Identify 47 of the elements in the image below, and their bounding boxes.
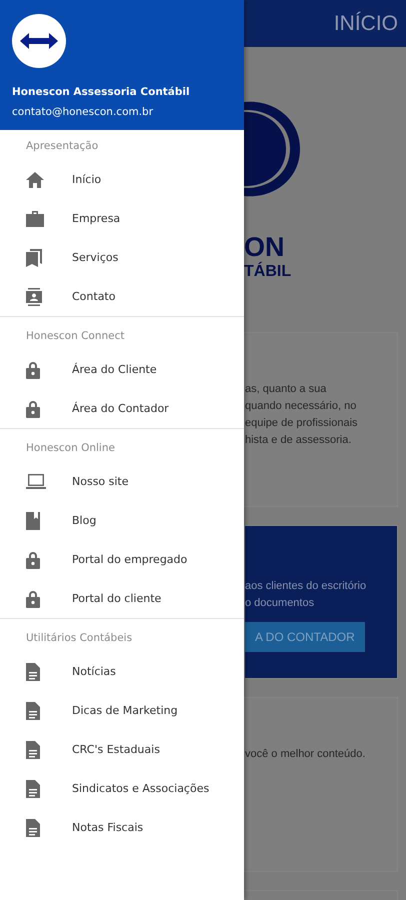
menu-item[interactable]: Sindicatos e Associações [0,769,244,808]
menu-item[interactable]: Portal do empregado [0,540,244,579]
menu-item[interactable]: Nosso site [0,462,244,501]
section-title: Honescon Connect [25,330,126,344]
home-icon [26,172,44,188]
company-email: contato@honescon.com.br [12,106,154,118]
document-icon [26,740,40,758]
menu-item[interactable]: Início [0,160,244,199]
document-icon [26,702,40,720]
section-title: Utilitários Contábeis [25,632,134,646]
menu-item[interactable]: Contato [0,277,244,316]
card-text: as, quanto a sua [245,382,328,397]
book-icon [26,512,40,530]
menu-item[interactable]: Área do Cliente [0,350,244,389]
card-text: equipe de profissionais [245,416,359,431]
menu-item[interactable]: Serviços [0,238,244,277]
menu-item[interactable]: Dicas de Marketing [0,691,244,730]
card-text: aos clientes do escritório [245,579,368,594]
card-text: o documentos [245,596,316,611]
menu-item[interactable]: Notas Fiscais [0,808,244,847]
lock-icon [26,360,40,378]
menu-item[interactable]: CRC's Estaduais [0,730,244,769]
document-icon [26,780,40,798]
logo-text: ON [244,232,284,262]
lock-icon [26,550,40,568]
card-text: você o melhor conteúdo. [245,747,366,762]
section-title: Honescon Online [25,442,116,456]
menu-item[interactable]: Blog [0,501,244,540]
lock-icon [26,400,40,418]
document-icon [26,818,40,836]
logo-subtext: TÁBIL [244,263,292,281]
contact-card-icon [26,288,42,306]
lock-icon [26,590,40,608]
menu-item[interactable]: Portal do cliente [0,579,244,618]
menu-item[interactable]: Notícias [0,652,244,691]
laptop-icon [26,474,46,489]
section-title: Apresentação [25,140,100,154]
menu-item[interactable]: Área do Contador [0,389,244,428]
menu-item[interactable]: Empresa [0,199,244,238]
document-icon [26,662,40,680]
card-text: quando necessário, no [245,399,358,414]
card-text: hista e de assessoria. [245,433,352,448]
logo-icon [12,14,66,68]
bookmarks-icon [26,248,42,266]
page-title: INÍCIO [334,12,398,36]
briefcase-icon [26,210,44,226]
company-name: Honescon Assessoria Contábil [12,86,191,98]
